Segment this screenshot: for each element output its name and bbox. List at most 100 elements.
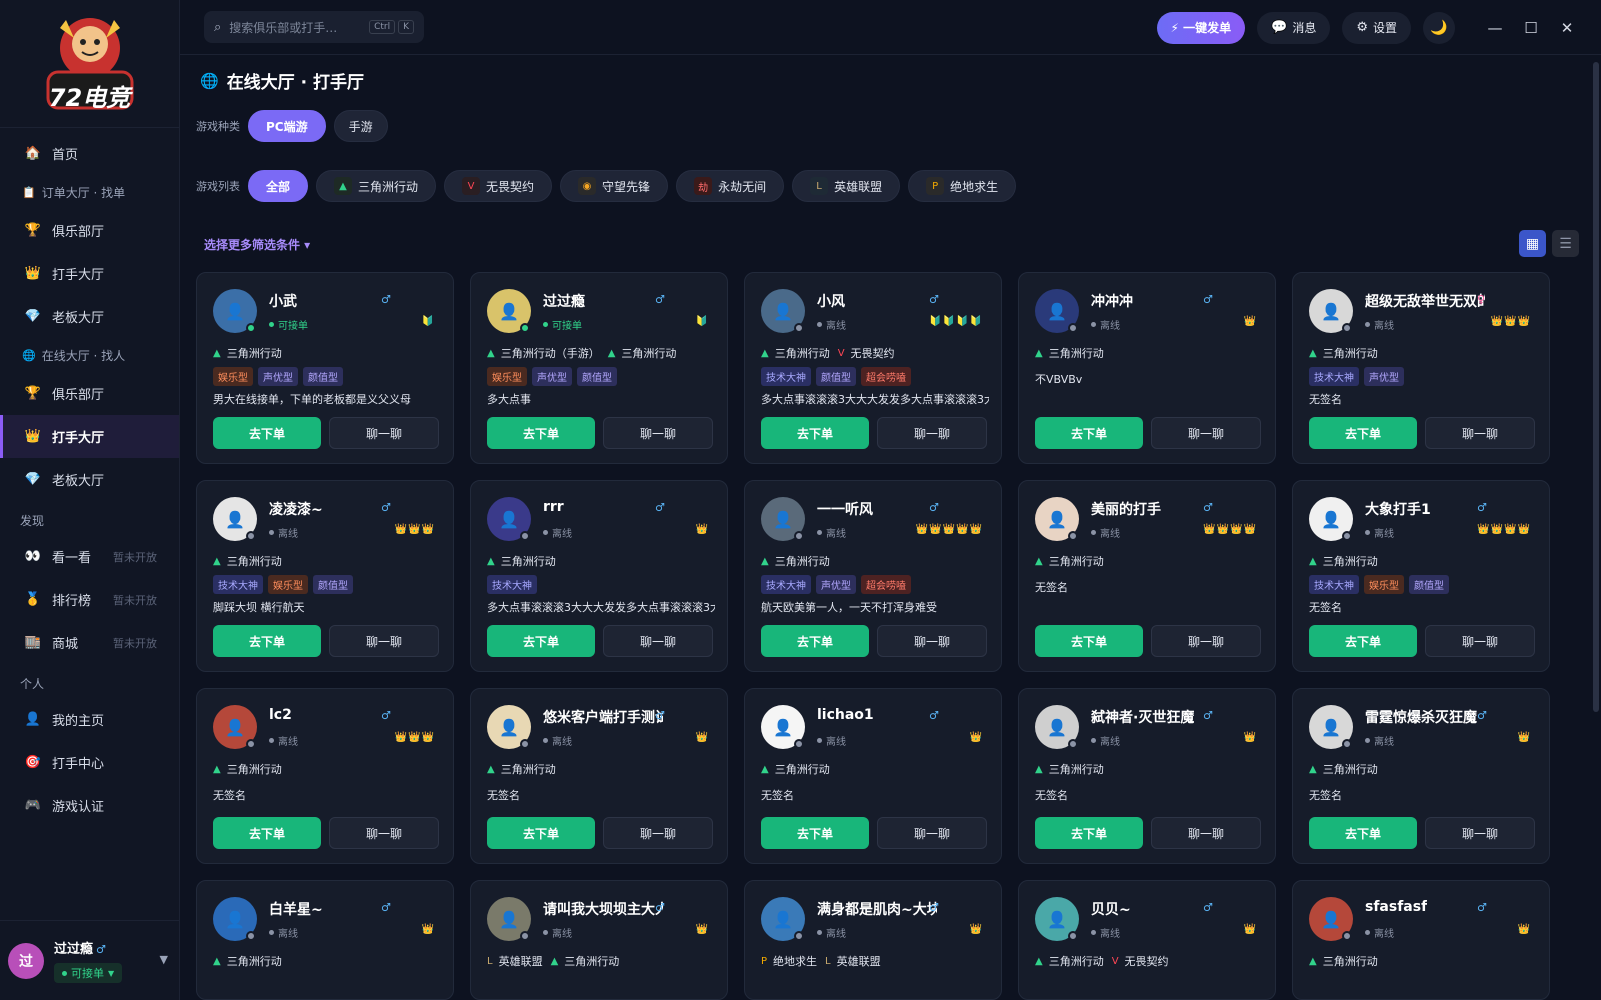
chat-button[interactable]: 聊一聊 bbox=[603, 417, 713, 449]
player-name[interactable]: 满身都是肌肉~大块头 bbox=[817, 899, 937, 919]
type-mobile-chip[interactable]: 手游 bbox=[333, 110, 388, 142]
player-name[interactable]: 贝贝~ bbox=[1091, 899, 1131, 919]
player-card[interactable]: 一一听风👤一一听风♂离线👑👑👑👑👑▲三角洲行动技术大神声优型超会唠嗑航天欧美第一… bbox=[744, 480, 1002, 672]
chat-button[interactable]: 聊一聊 bbox=[1425, 817, 1535, 849]
chat-button[interactable]: 聊一聊 bbox=[1151, 625, 1261, 657]
messages-button[interactable]: 💬 消息 bbox=[1257, 11, 1331, 44]
player-card[interactable]: 悠米客户端打手测试👤悠米客户端打手测试♂离线👑▲三角洲行动无签名去下单聊一聊 bbox=[470, 688, 728, 864]
sidebar-item-boss-online[interactable]: 💎 老板大厅 bbox=[0, 458, 179, 501]
order-button[interactable]: 去下单 bbox=[1309, 817, 1417, 849]
settings-button[interactable]: ⚙ 设置 bbox=[1342, 11, 1411, 44]
game-chip-2[interactable]: V 无畏契约 bbox=[444, 170, 553, 202]
type-pc-chip[interactable]: PC端游 bbox=[248, 110, 326, 142]
sidebar-item-profile[interactable]: 👤 我的主页 bbox=[0, 698, 179, 741]
order-button[interactable]: 去下单 bbox=[213, 817, 321, 849]
player-name[interactable]: sfasfasf bbox=[1365, 899, 1427, 915]
user-box[interactable]: 过 过过瘾 ♂ 可接单 ▼ ▼ bbox=[0, 920, 180, 1000]
player-name[interactable]: 过过瘾 bbox=[543, 291, 585, 311]
player-card[interactable]: 白羊星~👤白羊星~♂离线👑▲三角洲行动 bbox=[196, 880, 454, 1000]
player-card[interactable]: 冲冲冲👤冲冲冲♂离线👑▲三角洲行动不VBVBv去下单聊一聊 bbox=[1018, 272, 1276, 464]
player-name[interactable]: lc2 bbox=[269, 707, 292, 723]
sidebar-item-look[interactable]: 👀 看一看 暂未开放 bbox=[0, 535, 179, 578]
order-button[interactable]: 去下单 bbox=[1035, 817, 1143, 849]
more-filters-link[interactable]: 选择更多筛选条件 ▾ bbox=[204, 236, 310, 253]
order-button[interactable]: 去下单 bbox=[213, 417, 321, 449]
user-status-dropdown[interactable]: 可接单 ▼ bbox=[54, 963, 123, 983]
order-button[interactable]: 去下单 bbox=[487, 817, 595, 849]
order-button[interactable]: 去下单 bbox=[1035, 625, 1143, 657]
player-name[interactable]: 冲冲冲 bbox=[1091, 291, 1133, 311]
chat-button[interactable]: 聊一聊 bbox=[603, 817, 713, 849]
sidebar-item-club-online[interactable]: 🏆 俱乐部厅 bbox=[0, 372, 179, 415]
chat-button[interactable]: 聊一聊 bbox=[1151, 817, 1261, 849]
game-chip-1[interactable]: ▲ 三角洲行动 bbox=[316, 170, 437, 202]
scrollbar[interactable] bbox=[1593, 62, 1599, 712]
player-card[interactable]: 请叫我大坝坝主大人👤请叫我大坝坝主大人♂离线👑L英雄联盟▲三角洲行动 bbox=[470, 880, 728, 1000]
quick-order-button[interactable]: ⚡ 一键发单 bbox=[1156, 11, 1246, 44]
player-name[interactable]: 小风 bbox=[817, 291, 845, 311]
user-menu-caret-icon[interactable]: ▼ bbox=[160, 953, 168, 966]
chat-button[interactable]: 聊一聊 bbox=[1425, 625, 1535, 657]
player-name[interactable]: 雷霆惊爆杀灭狂魔 bbox=[1365, 707, 1477, 727]
player-name[interactable]: 悠米客户端打手测试 bbox=[543, 707, 663, 727]
sidebar-item-player-order[interactable]: 👑 打手大厅 bbox=[0, 252, 179, 295]
player-name[interactable]: rrr bbox=[543, 499, 564, 515]
sidebar-item-rank[interactable]: 🥇 排行榜 暂未开放 bbox=[0, 578, 179, 621]
game-chip-0[interactable]: 全部 bbox=[248, 170, 309, 202]
order-button[interactable]: 去下单 bbox=[761, 625, 869, 657]
player-name[interactable]: 大象打手1 bbox=[1365, 499, 1431, 519]
sidebar-item-home[interactable]: 🏠 首页 bbox=[0, 132, 179, 175]
player-card[interactable]: 美丽的打手👤美丽的打手♂离线👑👑👑👑▲三角洲行动无签名去下单聊一聊 bbox=[1018, 480, 1276, 672]
sidebar-item-mall[interactable]: 🏬 商城 暂未开放 bbox=[0, 621, 179, 664]
player-card[interactable]: 雷霆惊爆杀灭狂魔👤雷霆惊爆杀灭狂魔♂离线👑▲三角洲行动无签名去下单聊一聊 bbox=[1292, 688, 1550, 864]
sidebar-item-center[interactable]: 🎯 打手中心 bbox=[0, 741, 179, 784]
player-name[interactable]: 美丽的打手 bbox=[1091, 499, 1161, 519]
minimize-icon[interactable]: — bbox=[1477, 10, 1513, 46]
game-chip-5[interactable]: L 英雄联盟 bbox=[792, 170, 901, 202]
player-name[interactable]: 请叫我大坝坝主大人 bbox=[543, 899, 663, 919]
player-name[interactable]: 超级无敌举世无双的打手 bbox=[1365, 291, 1485, 311]
player-card[interactable]: lichao1👤lichao1♂离线👑▲三角洲行动无签名去下单聊一聊 bbox=[744, 688, 1002, 864]
chat-button[interactable]: 聊一聊 bbox=[877, 417, 987, 449]
player-card[interactable]: 凌凌漆~👤凌凌漆~♂离线👑👑👑▲三角洲行动技术大神娱乐型颜值型脚踩大坝 横行航天… bbox=[196, 480, 454, 672]
player-card[interactable]: lc2👤lc2♂离线👑👑👑▲三角洲行动无签名去下单聊一聊 bbox=[196, 688, 454, 864]
order-button[interactable]: 去下单 bbox=[487, 417, 595, 449]
theme-toggle-moon-icon[interactable]: 🌙 bbox=[1423, 11, 1455, 44]
player-name[interactable]: lichao1 bbox=[817, 707, 874, 723]
player-card[interactable]: 小风👤小风♂离线🔰🔰🔰🔰▲三角洲行动V无畏契约技术大神颜值型超会唠嗑多大点事滚滚… bbox=[744, 272, 1002, 464]
player-card[interactable]: 小武👤小武♂可接单🔰▲三角洲行动娱乐型声优型颜值型男大在线接单，下单的老板都是义… bbox=[196, 272, 454, 464]
order-button[interactable]: 去下单 bbox=[761, 417, 869, 449]
chat-button[interactable]: 聊一聊 bbox=[603, 625, 713, 657]
player-card[interactable]: 满身都是肌肉~大块头👤满身都是肌肉~大块头♂离线👑P绝地求生L英雄联盟 bbox=[744, 880, 1002, 1000]
order-button[interactable]: 去下单 bbox=[487, 625, 595, 657]
maximize-icon[interactable]: ☐ bbox=[1513, 10, 1549, 46]
order-button[interactable]: 去下单 bbox=[1309, 417, 1417, 449]
chat-button[interactable]: 聊一聊 bbox=[1151, 417, 1261, 449]
player-name[interactable]: 弑神者·灭世狂魔 bbox=[1091, 707, 1194, 727]
game-chip-4[interactable]: 劫永劫无间 bbox=[676, 170, 785, 202]
player-name[interactable]: 凌凌漆~ bbox=[269, 499, 323, 519]
player-name[interactable]: 白羊星~ bbox=[269, 899, 323, 919]
order-button[interactable]: 去下单 bbox=[1309, 625, 1417, 657]
search-input[interactable]: ⌕ 搜索俱乐部或打手… Ctrl K bbox=[204, 11, 424, 43]
list-view-icon[interactable]: ☰ bbox=[1552, 230, 1579, 257]
player-card[interactable]: 弑神者·灭世狂魔👤弑神者·灭世狂魔♂离线👑▲三角洲行动无签名去下单聊一聊 bbox=[1018, 688, 1276, 864]
sidebar-item-verify[interactable]: 🎮 游戏认证 bbox=[0, 784, 179, 827]
grid-view-icon[interactable]: ▦ bbox=[1519, 230, 1546, 257]
player-name[interactable]: 一一听风 bbox=[817, 499, 873, 519]
logo[interactable]: 72电竞 bbox=[0, 0, 179, 128]
player-card[interactable]: rrr👤rrr♂离线👑▲三角洲行动技术大神多大点事滚滚滚3大大大发发多大点事滚滚… bbox=[470, 480, 728, 672]
chat-button[interactable]: 聊一聊 bbox=[877, 817, 987, 849]
close-icon[interactable]: ✕ bbox=[1549, 10, 1585, 46]
player-card[interactable]: sfasfasf👤sfasfasf♂离线👑▲三角洲行动 bbox=[1292, 880, 1550, 1000]
player-card[interactable]: 大象打手1👤大象打手1♂离线👑👑👑👑▲三角洲行动技术大神娱乐型颜值型无签名去下单… bbox=[1292, 480, 1550, 672]
game-chip-3[interactable]: ◉ 守望先锋 bbox=[560, 170, 669, 202]
game-chip-6[interactable]: P 绝地求生 bbox=[908, 170, 1017, 202]
player-name[interactable]: 小武 bbox=[269, 291, 297, 311]
player-card[interactable]: 贝贝~👤贝贝~♂离线👑▲三角洲行动V无畏契约 bbox=[1018, 880, 1276, 1000]
chat-button[interactable]: 聊一聊 bbox=[329, 625, 439, 657]
sidebar-item-player-online[interactable]: 👑 打手大厅 bbox=[0, 415, 179, 458]
avatar[interactable]: 过 bbox=[8, 942, 44, 979]
order-button[interactable]: 去下单 bbox=[761, 817, 869, 849]
sidebar-item-boss-order[interactable]: 💎 老板大厅 bbox=[0, 295, 179, 338]
